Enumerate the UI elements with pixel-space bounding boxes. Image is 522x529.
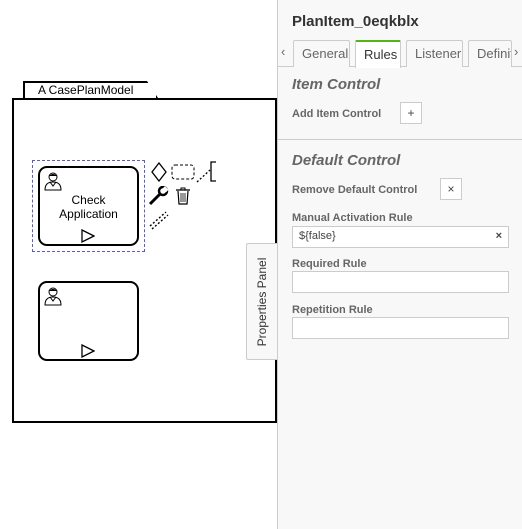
connect-annotation-icon[interactable]	[196, 160, 218, 184]
group-separator	[277, 139, 522, 140]
repetition-rule-input[interactable]	[292, 317, 509, 339]
task-label: Check Application	[59, 193, 118, 221]
clear-button[interactable]: ×	[496, 230, 502, 242]
required-rule-label: Required Rule	[292, 258, 367, 270]
task-unnamed[interactable]	[38, 281, 139, 361]
properties-panel-toggle-label: Properties Panel	[255, 257, 269, 347]
remove-default-control-label: Remove Default Control	[292, 184, 418, 196]
human-task-icon	[44, 287, 62, 306]
tab-general[interactable]: General	[293, 40, 350, 67]
manual-activation-rule-value: ${false}	[299, 230, 336, 242]
trash-icon[interactable]	[175, 187, 191, 205]
tab-listener[interactable]: Listener	[406, 40, 463, 67]
wrench-icon[interactable]	[148, 186, 170, 206]
tab-definition[interactable]: Definit	[468, 40, 512, 67]
panel-title: PlanItem_0eqkblx	[292, 13, 419, 30]
case-plan-model[interactable]	[12, 98, 282, 423]
append-task-icon[interactable]	[171, 164, 195, 180]
case-plan-model-label: A CasePlanModel	[38, 83, 134, 97]
manual-activation-rule-label: Manual Activation Rule	[292, 212, 413, 224]
item-control-title: Item Control	[292, 76, 381, 93]
connect-discretionary-icon[interactable]	[148, 210, 170, 230]
manual-start-icon	[81, 344, 95, 358]
tab-prev-icon[interactable]: ‹	[281, 44, 285, 59]
tab-next-icon[interactable]: ›	[514, 44, 518, 59]
repetition-rule-label: Repetition Rule	[292, 304, 373, 316]
default-control-title: Default Control	[292, 152, 401, 169]
human-task-icon	[44, 172, 62, 191]
manual-start-icon	[81, 229, 95, 243]
manual-activation-rule-input[interactable]: ${false} ×	[292, 226, 509, 248]
required-rule-input[interactable]	[292, 271, 509, 293]
add-item-control-button[interactable]: +	[400, 102, 422, 124]
task-check-application[interactable]: Check Application	[38, 166, 139, 246]
append-sentry-icon[interactable]	[151, 162, 167, 182]
add-item-control-label: Add Item Control	[292, 108, 382, 120]
remove-default-control-button[interactable]: ×	[440, 178, 462, 200]
tab-rules[interactable]: Rules	[355, 40, 401, 68]
